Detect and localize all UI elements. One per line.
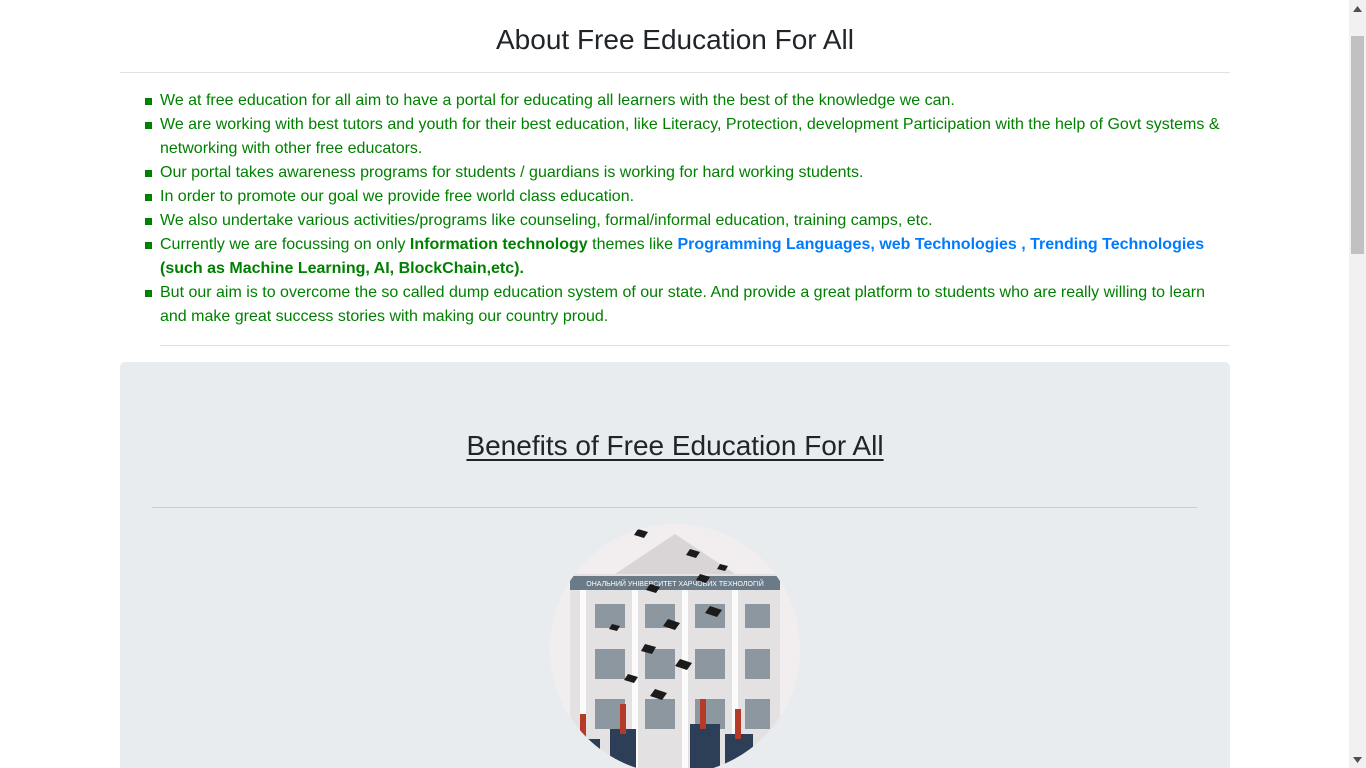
benefits-divider <box>152 507 1197 508</box>
focus-highlight: Information technology <box>409 236 588 253</box>
square-bullet-icon <box>145 290 152 297</box>
main-container: About Free Education For All We at free … <box>120 0 1230 768</box>
square-bullet-icon <box>145 170 152 177</box>
focus-prefix: Currently we are focussing on only <box>160 236 410 253</box>
square-bullet-icon <box>145 194 152 201</box>
square-bullet-icon <box>145 218 152 225</box>
list-item: We at free education for all aim to have… <box>142 89 1230 113</box>
scrollbar-thumb[interactable] <box>1351 36 1364 254</box>
about-list: We at free education for all aim to have… <box>142 89 1230 329</box>
list-item-focus: Currently we are focussing on only Infor… <box>142 233 1230 281</box>
focus-topics-link[interactable]: Programming Languages, web Technologies … <box>678 236 1205 253</box>
list-item: We also undertake various activities/pro… <box>142 209 1230 233</box>
heading-divider <box>120 72 1230 73</box>
graduation-photo: ОНАЛЬНИЙ УНІВЕРСИТЕТ ХАРЧОВИХ ТЕХНОЛОГІЙ <box>550 524 800 768</box>
graduation-photo-art: ОНАЛЬНИЙ УНІВЕРСИТЕТ ХАРЧОВИХ ТЕХНОЛОГІЙ <box>550 524 800 768</box>
list-divider <box>160 345 1230 346</box>
focus-middle: themes like <box>587 236 678 253</box>
focus-suffix: (such as Machine Learning, AI, BlockChai… <box>160 260 524 277</box>
page-viewport: About Free Education For All We at free … <box>0 0 1349 768</box>
about-heading: About Free Education For All <box>496 24 854 55</box>
vertical-scrollbar[interactable] <box>1349 0 1366 768</box>
scroll-down-arrow-icon[interactable] <box>1349 751 1366 768</box>
square-bullet-icon <box>145 122 152 129</box>
benefits-heading: Benefits of Free Education For All <box>466 430 884 461</box>
scroll-up-arrow-icon[interactable] <box>1349 0 1366 17</box>
square-bullet-icon <box>145 98 152 105</box>
svg-text:ОНАЛЬНИЙ УНІВЕРСИТЕТ ХАРЧОВИХ: ОНАЛЬНИЙ УНІВЕРСИТЕТ ХАРЧОВИХ ТЕХНОЛОГІЙ <box>586 579 763 588</box>
list-item: But our aim is to overcome the so called… <box>142 281 1230 329</box>
square-bullet-icon <box>145 242 152 249</box>
list-item: We are working with best tutors and yout… <box>142 113 1230 161</box>
list-item: Our portal takes awareness programs for … <box>142 161 1230 185</box>
benefits-jumbotron: Benefits of Free Education For All ОНАЛЬ… <box>120 362 1230 768</box>
list-item: In order to promote our goal we provide … <box>142 185 1230 209</box>
